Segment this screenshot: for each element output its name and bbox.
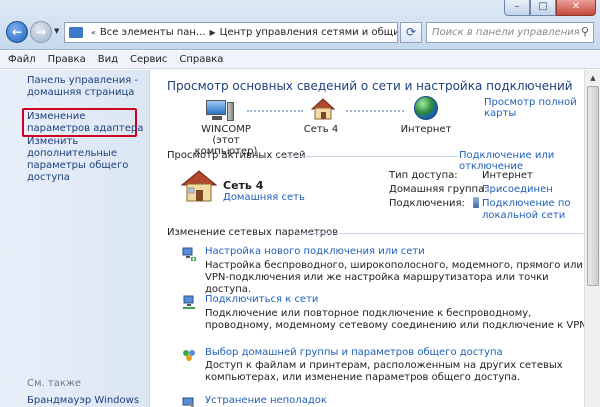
refresh-icon: ⟳ [405,25,417,39]
setup-new-connection-desc: Настройка беспроводного, широкополосного… [205,260,583,295]
arrow-right-icon: → [35,25,47,39]
homegroup-label: Домашняя группа: [389,184,488,195]
divider [296,233,586,234]
internet-label: Интернет [400,124,452,135]
minimize-button[interactable]: – [504,0,530,16]
address-bar[interactable]: « Все элементы пан... ▶ Центр управления… [64,22,398,43]
breadcrumb-arrow-icon[interactable]: ▶ [210,28,216,37]
active-network-name: Сеть 4 [223,179,264,192]
access-type-value: Интернет [482,170,533,181]
menu-edit[interactable]: Правка [48,54,86,68]
scroll-up-icon[interactable]: ▲ [586,71,600,85]
full-map-link[interactable]: Просмотр полной карты [484,97,600,119]
connection-line [346,110,404,112]
recent-pages-dropdown[interactable]: ▼ [54,27,59,35]
control-panel-home-link[interactable]: Панель управления - домашняя страница [27,75,147,99]
troubleshoot-link[interactable]: Устранение неполадок [205,395,327,406]
internet-globe-icon [414,96,438,120]
menu-file[interactable]: Файл [8,54,36,68]
homegroup-icon [183,350,195,361]
network-house-icon [181,170,217,202]
breadcrumb-separator-icon[interactable]: « [91,28,96,37]
main-content: Просмотр основных сведений о сети и наст… [151,70,600,407]
maximize-button[interactable]: □ [530,0,556,16]
windows-firewall-link[interactable]: Брандмауэр Windows [27,395,139,406]
search-icon[interactable]: ⚲ [581,25,589,38]
homegroup-sharing-link[interactable]: Выбор домашней группы и параметров общег… [205,347,503,358]
scroll-thumb[interactable] [587,86,599,286]
window-controls: – □ ✕ [504,0,596,16]
forward-button[interactable]: → [30,21,52,43]
new-connection-icon [182,247,196,261]
connect-to-network-desc: Подключение или повторное подключение к … [205,308,590,331]
close-button[interactable]: ✕ [556,0,596,16]
arrow-left-icon: ← [11,25,23,39]
back-button[interactable]: ← [6,21,28,43]
change-adapter-settings-link[interactable]: Изменение параметров адаптера [27,111,147,135]
menu-help[interactable]: Справка [179,54,223,68]
setup-new-connection-link[interactable]: Настройка нового подключения или сети [205,246,425,257]
breadcrumb-all-items[interactable]: Все элементы пан... [100,27,206,38]
window-titlebar: – □ ✕ ← → ▼ « Все элементы пан... ▶ Цент… [0,0,600,50]
see-also-heading: См. также [27,378,82,389]
menu-bar: Файл Правка Вид Сервис Справка [0,51,600,69]
home-network-icon [311,98,335,120]
menu-view[interactable]: Вид [98,54,118,68]
ethernet-plug-icon [473,197,479,208]
control-panel-icon [69,27,83,38]
homegroup-link[interactable]: Присоединен [482,184,553,195]
connect-disconnect-link[interactable]: Подключение или отключение [459,150,600,172]
advanced-sharing-settings-link[interactable]: Изменить дополнительные параметры общего… [27,136,152,184]
access-type-label: Тип доступа: [389,170,458,181]
lan-connection-link[interactable]: Подключение по [482,198,571,209]
divider [276,156,458,157]
homegroup-sharing-desc: Доступ к файлам и принтерам, расположенн… [205,360,563,383]
network-type-link[interactable]: Домашняя сеть [223,192,305,203]
computer-name: WINCOMP [201,124,251,135]
lan-connection-link-line2[interactable]: локальной сети [482,210,565,221]
task-pane: Панель управления - домашняя страница Из… [0,70,150,407]
search-placeholder: Поиск в панели управления [432,27,580,38]
computer-icon [206,100,234,122]
breadcrumb-current[interactable]: Центр управления сетями и общим доступом [220,27,397,38]
page-title: Просмотр основных сведений о сети и наст… [167,79,573,93]
connection-line [247,110,303,112]
troubleshoot-icon [182,397,195,407]
vertical-scrollbar[interactable]: ▲ [584,70,600,407]
connect-to-network-link[interactable]: Подключиться к сети [205,294,318,305]
connections-label: Подключения: [389,198,465,209]
menu-tools[interactable]: Сервис [130,54,167,68]
refresh-button[interactable]: ⟳ [400,22,422,43]
search-input[interactable]: Поиск в панели управления ⚲ [426,22,594,43]
network-map-label: Сеть 4 [303,124,339,135]
connect-network-icon [183,295,195,309]
